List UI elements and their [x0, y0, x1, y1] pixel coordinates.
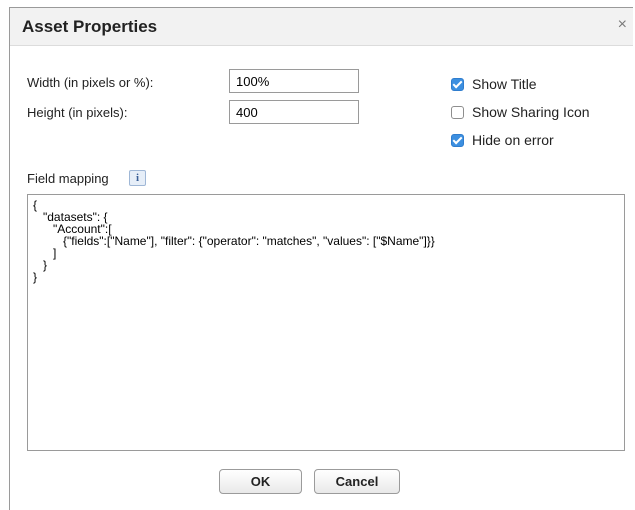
width-label: Width (in pixels or %): — [27, 75, 154, 90]
show-title-checkbox[interactable] — [451, 77, 464, 91]
close-icon[interactable]: × — [618, 17, 627, 33]
show-title-label: Show Title — [472, 76, 537, 92]
hide-on-error-label: Hide on error — [472, 132, 554, 148]
cancel-button[interactable]: Cancel — [314, 469, 400, 494]
show-sharing-icon-option[interactable]: Show Sharing Icon — [451, 104, 590, 120]
hide-on-error-checkbox[interactable] — [451, 133, 464, 147]
height-input[interactable] — [229, 100, 359, 124]
show-title-option[interactable]: Show Title — [451, 76, 537, 92]
hide-on-error-option[interactable]: Hide on error — [451, 132, 554, 148]
show-sharing-icon-checkbox[interactable] — [451, 105, 464, 119]
show-sharing-icon-label: Show Sharing Icon — [472, 104, 590, 120]
ok-button[interactable]: OK — [219, 469, 302, 494]
field-mapping-textarea[interactable]: { "datasets": { "Account":[ {"fields":["… — [27, 194, 625, 451]
width-input[interactable] — [229, 69, 359, 93]
asset-properties-dialog: Asset Properties × Width (in pixels or %… — [9, 7, 633, 510]
info-icon[interactable]: i — [129, 170, 146, 186]
dialog-titlebar: Asset Properties × — [10, 8, 633, 46]
field-mapping-label: Field mapping — [27, 171, 109, 186]
height-label: Height (in pixels): — [27, 105, 128, 120]
dialog-title: Asset Properties — [22, 17, 158, 36]
